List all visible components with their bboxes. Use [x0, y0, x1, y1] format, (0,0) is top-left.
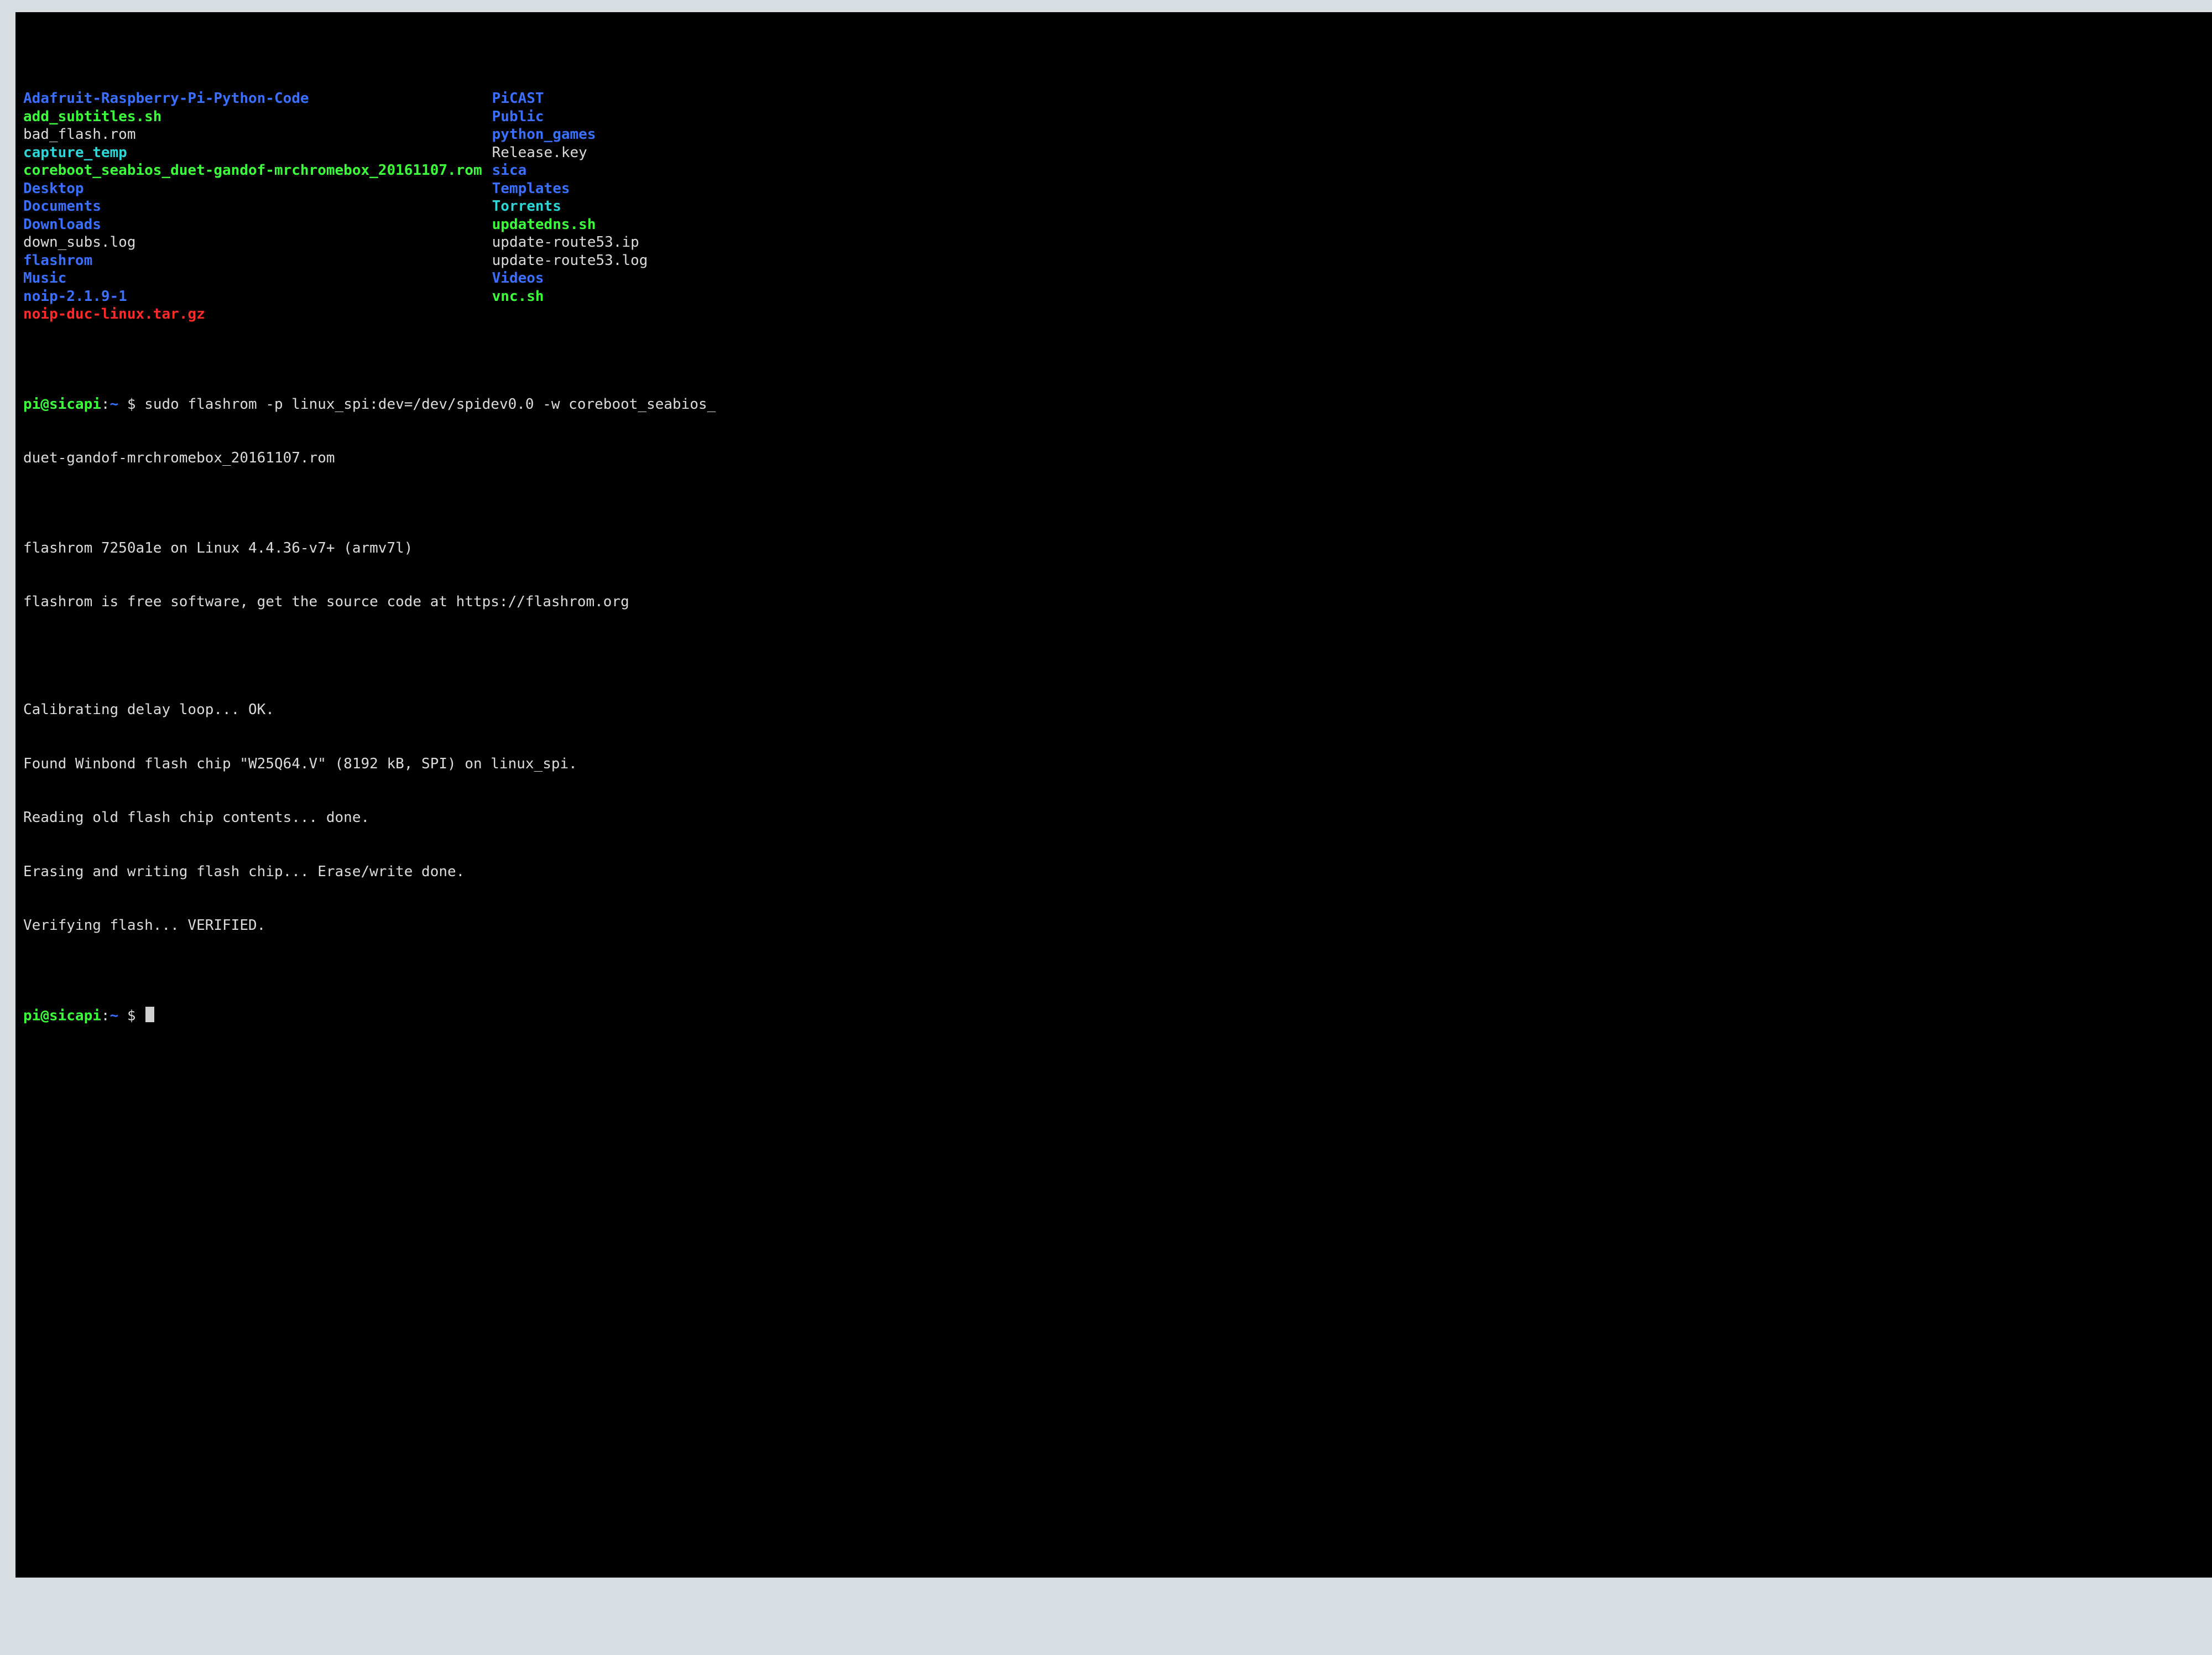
ls-column-left: Adafruit-Raspberry-Pi-Python-Code add_su… — [23, 90, 482, 324]
output-line: Verifying flash... VERIFIED. — [23, 917, 2204, 935]
ls-entry: PiCAST — [492, 90, 648, 108]
ls-entry: coreboot_seabios_duet-gandof-mrchromebox… — [23, 162, 482, 180]
prompt-user: pi@sicapi — [23, 396, 101, 413]
prompt-path: ~ — [110, 1007, 119, 1024]
output-line: Reading old flash chip contents... done. — [23, 809, 2204, 827]
ls-entry: Videos — [492, 269, 648, 288]
prompt-path: ~ — [110, 396, 119, 413]
terminal-window[interactable]: Adafruit-Raspberry-Pi-Python-Code add_su… — [15, 12, 2212, 1578]
output-line: flashrom 7250a1e on Linux 4.4.36-v7+ (ar… — [23, 539, 2204, 558]
ls-entry: Documents — [23, 197, 482, 216]
output-line: Calibrating delay loop... OK. — [23, 701, 2204, 719]
cursor-icon — [145, 1007, 154, 1023]
ls-entry: update-route53.log — [492, 252, 648, 270]
ls-entry: Music — [23, 269, 482, 288]
ls-entry: down_subs.log — [23, 233, 482, 252]
prompt-sigil: $ — [118, 1007, 144, 1024]
output-line: Found Winbond flash chip "W25Q64.V" (819… — [23, 755, 2204, 773]
ls-entry: sica — [492, 162, 648, 180]
command-text-wrap: duet-gandof-mrchromebox_20161107.rom — [23, 449, 2204, 467]
ls-entry: updatedns.sh — [492, 216, 648, 234]
prompt-sigil: $ — [118, 396, 144, 413]
prompt-user: pi@sicapi — [23, 1007, 101, 1024]
ls-entry: python_games — [492, 126, 648, 144]
command-text: sudo flashrom -p linux_spi:dev=/dev/spid… — [144, 396, 716, 413]
ls-entry: Templates — [492, 180, 648, 198]
ls-output: Adafruit-Raspberry-Pi-Python-Code add_su… — [23, 90, 2204, 324]
ls-column-right: PiCAST Public python_games Release.key s… — [492, 90, 648, 324]
ls-entry: Torrents — [492, 197, 648, 216]
prompt-line[interactable]: pi@sicapi:~ $ — [23, 1007, 2204, 1025]
ls-entry: capture_temp — [23, 144, 482, 162]
ls-entry: bad_flash.rom — [23, 126, 482, 144]
screen: Adafruit-Raspberry-Pi-Python-Code add_su… — [0, 0, 2212, 1655]
output-blank — [23, 647, 2204, 665]
output-line: flashrom is free software, get the sourc… — [23, 593, 2204, 611]
ls-entry: vnc.sh — [492, 288, 648, 306]
ls-entry: Desktop — [23, 180, 482, 198]
prompt-sep: : — [101, 1007, 110, 1024]
output-line: Erasing and writing flash chip... Erase/… — [23, 863, 2204, 881]
ls-entry: Adafruit-Raspberry-Pi-Python-Code — [23, 90, 482, 108]
ls-entry: noip-2.1.9-1 — [23, 288, 482, 306]
prompt-sep: : — [101, 396, 110, 413]
ls-entry: Release.key — [492, 144, 648, 162]
command-line: pi@sicapi:~ $ sudo flashrom -p linux_spi… — [23, 395, 2204, 414]
ls-entry: noip-duc-linux.tar.gz — [23, 305, 482, 324]
ls-entry: Downloads — [23, 216, 482, 234]
ls-entry: Public — [492, 108, 648, 126]
ls-entry: flashrom — [23, 252, 482, 270]
ls-entry: add_subtitles.sh — [23, 108, 482, 126]
ls-entry: update-route53.ip — [492, 233, 648, 252]
